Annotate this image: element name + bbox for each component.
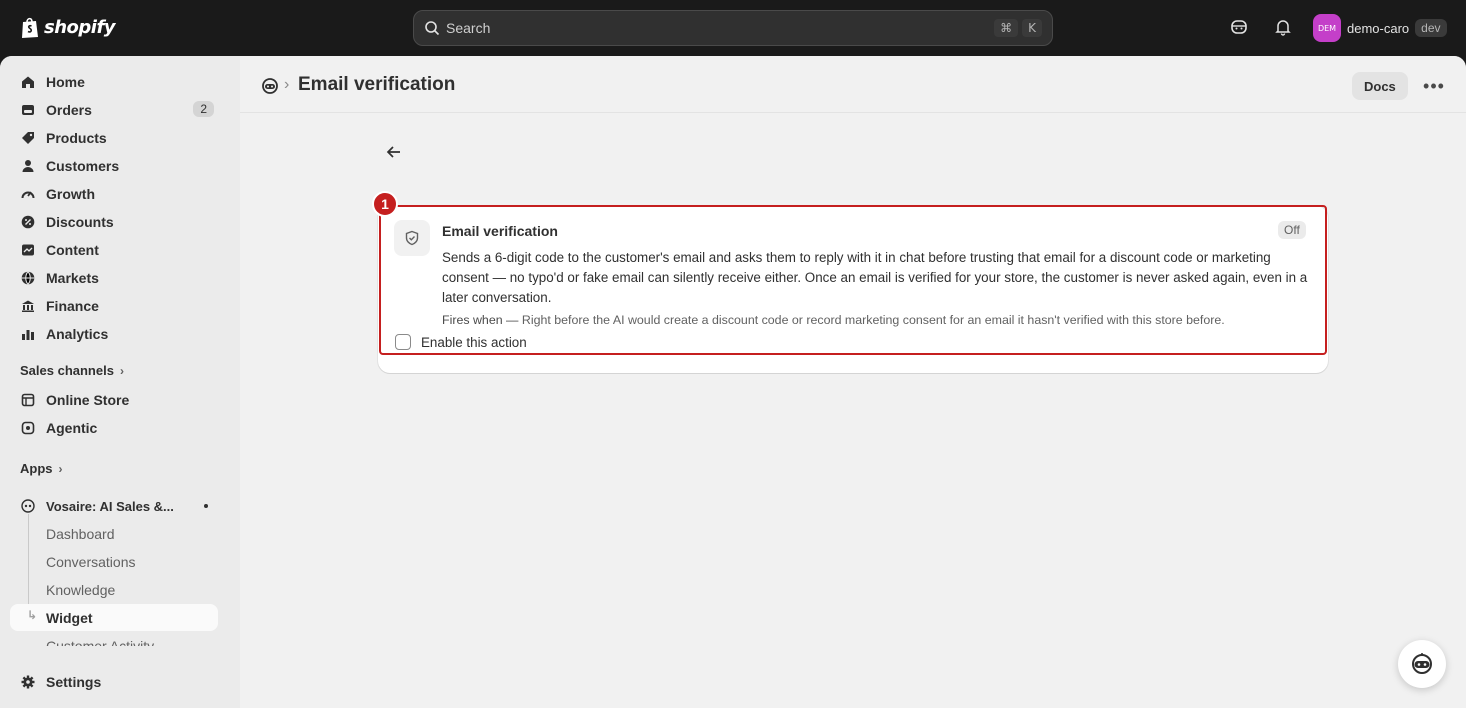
globe-icon xyxy=(20,270,36,286)
action-title: Email verification xyxy=(442,223,558,239)
chevron-right-icon: › xyxy=(58,461,63,476)
sidebar-item-label: Online Store xyxy=(46,392,130,408)
tag-icon xyxy=(20,130,36,146)
sidekick-icon[interactable] xyxy=(1228,16,1250,38)
avatar: DEM xyxy=(1313,14,1341,42)
sidebar-item-content[interactable]: Content xyxy=(10,236,218,264)
shield-check-icon xyxy=(394,220,430,256)
sidebar-item-label: Agentic xyxy=(46,420,98,436)
fires-when-label: Fires when — xyxy=(442,313,519,327)
home-icon xyxy=(20,74,36,90)
sub-item-label: Knowledge xyxy=(46,581,116,598)
bot-icon xyxy=(1412,653,1432,674)
sidebar-item-orders[interactable]: Orders 2 xyxy=(10,96,218,124)
sales-channels-heading[interactable]: Sales channels › xyxy=(20,363,124,378)
shortcut-cmd: ⌘ xyxy=(994,19,1019,37)
shopify-bag-icon xyxy=(22,17,38,38)
sidebar-item-online-store[interactable]: Online Store xyxy=(10,386,218,414)
sidebar-item-label: Growth xyxy=(46,186,95,202)
sidebar-item-analytics[interactable]: Analytics xyxy=(10,320,218,348)
orders-icon xyxy=(20,102,36,118)
sidebar-item-markets[interactable]: Markets xyxy=(10,264,218,292)
dev-badge: dev xyxy=(1415,19,1447,37)
app-name: Vosaire: AI Sales &... xyxy=(46,498,174,514)
sidebar-item-label: Discounts xyxy=(46,214,114,230)
enable-action-label: Enable this action xyxy=(421,334,527,350)
shopify-logo[interactable]: shopify xyxy=(20,16,116,39)
sidebar-item-label: Content xyxy=(46,242,99,258)
sidebar-item-label: Analytics xyxy=(46,326,109,342)
sidebar-sub-widget[interactable]: ↳ Widget xyxy=(10,604,218,631)
sidebar: Home Orders 2 Products Customers Growth … xyxy=(0,56,240,708)
gear-icon xyxy=(20,674,36,690)
chat-bot-button[interactable] xyxy=(1398,640,1446,688)
enable-action-checkbox[interactable] xyxy=(395,334,411,350)
fires-when-text: Fires when — Right before the AI would c… xyxy=(442,313,1225,327)
bank-icon xyxy=(20,298,36,314)
account-name: demo-caro xyxy=(1347,20,1410,36)
back-arrow-icon[interactable] xyxy=(382,140,406,164)
sub-item-label: Conversations xyxy=(46,553,136,570)
shortcut-key: K xyxy=(1022,19,1042,37)
sidebar-item-growth[interactable]: Growth xyxy=(10,180,218,208)
annotation-marker: 1 xyxy=(372,191,398,217)
sidebar-item-customers[interactable]: Customers xyxy=(10,152,218,180)
discount-icon xyxy=(20,214,36,230)
chart-bar-icon xyxy=(20,326,36,342)
sidebar-item-label: Products xyxy=(46,130,107,146)
search-input[interactable] xyxy=(446,20,991,36)
sidebar-item-settings[interactable]: Settings xyxy=(10,668,218,696)
sidebar-item-label: Settings xyxy=(46,674,102,690)
person-icon xyxy=(20,158,36,174)
sidebar-item-label: Markets xyxy=(46,270,99,286)
sidebar-sub-dashboard[interactable]: Dashboard xyxy=(10,520,218,547)
gauge-icon xyxy=(20,186,36,202)
search-bar[interactable]: ⌘ K xyxy=(413,10,1053,46)
sidebar-sub-customer-activity[interactable]: Customer Activity xyxy=(10,632,218,646)
apps-label: Apps xyxy=(20,461,53,476)
sidebar-sub-conversations[interactable]: Conversations xyxy=(10,548,218,575)
enable-action-row[interactable]: Enable this action xyxy=(395,334,527,350)
chevron-right-icon: › xyxy=(284,76,290,93)
sub-item-label: Dashboard xyxy=(46,525,115,542)
orders-count-badge: 2 xyxy=(193,101,214,117)
sub-item-label: Widget xyxy=(46,609,93,626)
subnav-branch-icon: ↳ xyxy=(27,608,38,622)
sales-channels-label: Sales channels xyxy=(20,363,114,378)
search-icon xyxy=(425,21,440,36)
sidebar-app-vosaire[interactable]: Vosaire: AI Sales &... xyxy=(10,492,218,520)
sub-item-label: Customer Activity xyxy=(46,638,155,646)
sidebar-item-label: Home xyxy=(46,74,85,90)
apps-heading[interactable]: Apps › xyxy=(20,461,63,476)
more-actions-icon[interactable]: ••• xyxy=(1420,72,1448,100)
bell-icon[interactable] xyxy=(1272,16,1294,38)
sidebar-item-label: Customers xyxy=(46,158,120,174)
sidebar-item-discounts[interactable]: Discounts xyxy=(10,208,218,236)
sidebar-item-finance[interactable]: Finance xyxy=(10,292,218,320)
brand-name: shopify xyxy=(44,17,116,38)
sidebar-item-home[interactable]: Home xyxy=(10,68,218,96)
page-title: Email verification xyxy=(298,74,456,95)
page-header: › Email verification Docs ••• xyxy=(240,56,1466,113)
agentic-icon xyxy=(20,420,36,436)
admin-shell: Home Orders 2 Products Customers Growth … xyxy=(0,56,1466,708)
main-content: › Email verification Docs ••• 1 Email ve… xyxy=(240,56,1466,708)
chevron-right-icon: › xyxy=(119,363,124,378)
action-description: Sends a 6-digit code to the customer's e… xyxy=(442,250,1308,305)
content-icon xyxy=(20,242,36,258)
sidebar-item-label: Finance xyxy=(46,298,99,314)
sidebar-sub-knowledge[interactable]: Knowledge xyxy=(10,576,218,603)
vosaire-app-icon xyxy=(20,498,36,514)
docs-button[interactable]: Docs xyxy=(1352,72,1408,100)
fires-when-detail: Right before the AI would create a disco… xyxy=(521,313,1225,327)
account-menu[interactable]: DEM demo-caro dev xyxy=(1313,14,1447,42)
sidebar-item-label: Orders xyxy=(46,102,92,118)
sidebar-item-products[interactable]: Products xyxy=(10,124,218,152)
vosaire-breadcrumb-icon[interactable] xyxy=(260,76,280,96)
app-pin-dot xyxy=(204,504,208,508)
top-bar: shopify ⌘ K DEM demo-caro dev xyxy=(0,0,1466,56)
status-badge: Off xyxy=(1278,221,1306,239)
store-icon xyxy=(20,392,36,408)
sidebar-item-agentic[interactable]: Agentic xyxy=(10,414,218,442)
